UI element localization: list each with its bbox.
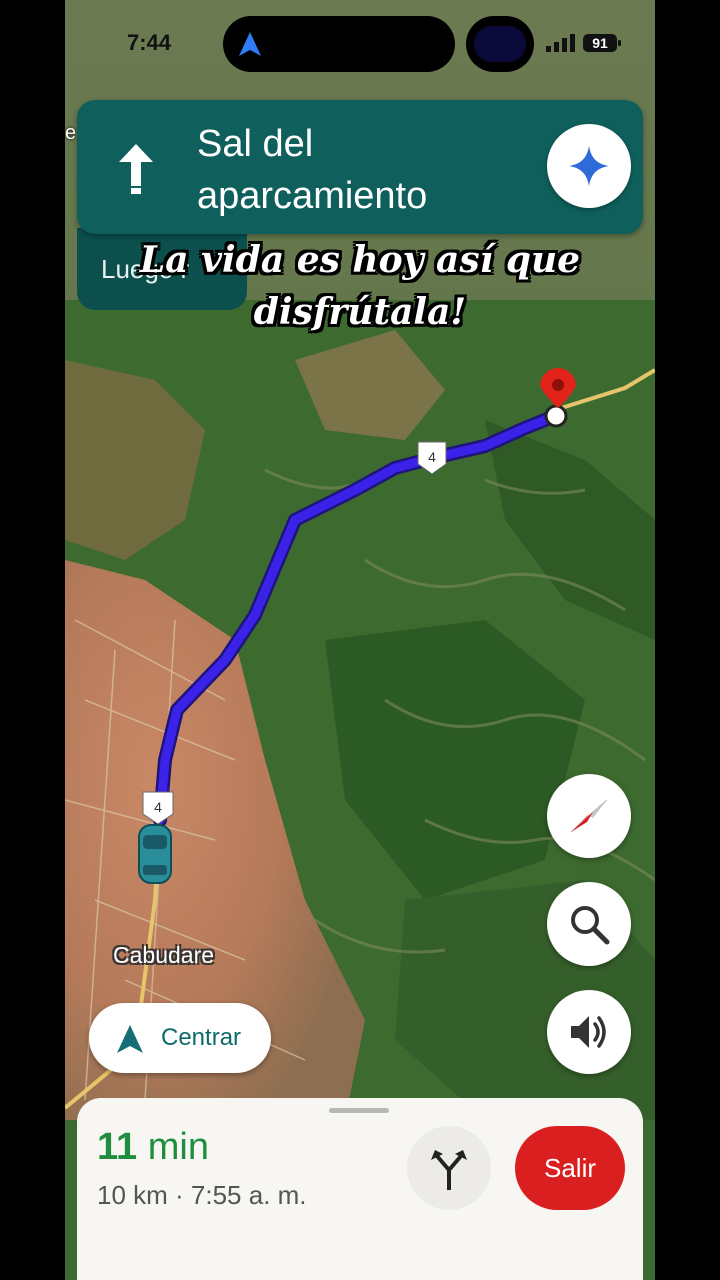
trip-summary-sheet[interactable]: 11 min 10 km · 7:55 a. m. Salir (77, 1098, 643, 1280)
exit-button[interactable]: Salir (515, 1126, 625, 1210)
trip-details: 10 km · 7:55 a. m. (97, 1180, 307, 1210)
status-time: 7:44 (127, 30, 172, 55)
navigation-arrow-icon (117, 1025, 143, 1053)
navigation-instruction: Sal del aparcamiento (197, 123, 428, 217)
navigation-arrow-icon (239, 32, 261, 56)
signal-icon (546, 34, 575, 52)
sheet-drag-handle[interactable] (329, 1108, 389, 1113)
overlay-caption: La vida es hoy así que disfrútala! (139, 239, 581, 333)
volume-icon (571, 1016, 606, 1048)
gemini-sparkle-icon (569, 146, 609, 186)
camera-indicator (466, 16, 534, 72)
trip-duration: 11 min (97, 1126, 209, 1169)
search-icon (571, 906, 610, 945)
navigation-header[interactable]: Sal del aparcamiento (77, 100, 643, 234)
dynamic-island (223, 16, 455, 72)
car-location-icon (138, 824, 172, 884)
alternate-routes-button[interactable] (407, 1126, 491, 1210)
recenter-label: Centrar (161, 1024, 242, 1051)
svg-text:4: 4 (428, 449, 436, 465)
duration-value: 11 (97, 1126, 138, 1168)
map-place-label: Cabudare (113, 942, 215, 968)
sound-button[interactable] (547, 990, 631, 1074)
compass-button[interactable] (547, 774, 631, 858)
battery-tip (618, 40, 621, 46)
gemini-button[interactable] (547, 124, 631, 208)
svg-text:4: 4 (154, 799, 162, 815)
battery-indicator: 91 (583, 34, 617, 52)
search-button[interactable] (547, 882, 631, 966)
status-bar: 7:44 91 (65, 0, 655, 90)
phone-screen: 4 4 7:44 91 e Luego r Sal del aparcamien… (65, 0, 655, 1280)
compass-icon (570, 799, 608, 833)
map-edge-label: e (65, 122, 77, 144)
duration-unit: min (147, 1126, 209, 1168)
alternate-routes-icon (431, 1150, 467, 1190)
recenter-button[interactable]: Centrar (89, 1003, 271, 1073)
straight-arrow-icon (119, 144, 153, 194)
